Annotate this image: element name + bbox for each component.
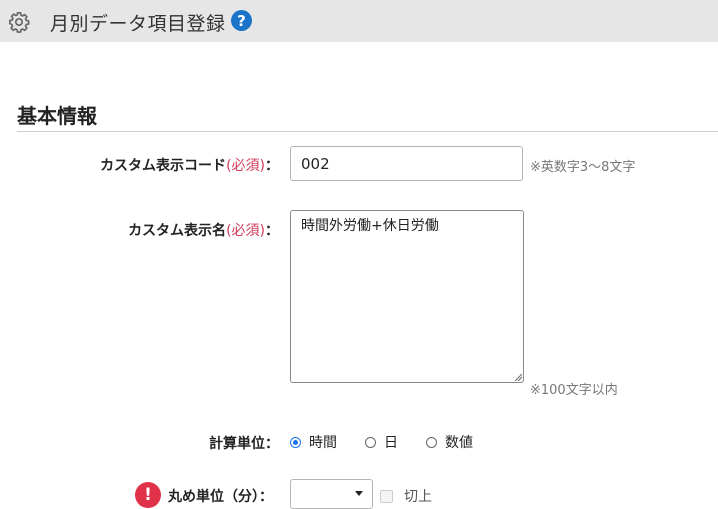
unit-label: 計算単位：	[209, 433, 279, 453]
custom-name-textarea[interactable]: 時間外労働+休日労働	[290, 210, 524, 383]
code-label-text: カスタム表示コード	[100, 158, 227, 174]
code-label: カスタム表示コード(必須)：	[100, 155, 279, 175]
resize-grip-icon[interactable]	[514, 373, 522, 381]
code-required-mark: (必須)	[226, 158, 265, 174]
round-up-label: 切上	[404, 489, 432, 505]
radio-number[interactable]: 数値	[426, 432, 473, 452]
unit-label-colon: ：	[265, 436, 279, 452]
name-required-mark: (必須)	[226, 223, 265, 239]
radio-hours[interactable]: 時間	[290, 432, 337, 452]
radio-hours-label: 時間	[309, 435, 337, 451]
radio-number-circle[interactable]	[426, 436, 437, 448]
help-icon[interactable]: ?	[231, 10, 252, 31]
custom-code-input[interactable]	[290, 146, 523, 181]
title-bar: 月別データ項目登録 ?	[0, 0, 718, 42]
name-label-colon: ：	[265, 223, 279, 239]
code-label-colon: ：	[265, 158, 279, 174]
gear-icon[interactable]	[8, 11, 30, 33]
name-hint: ※100文字以内	[530, 383, 618, 398]
chevron-down-icon[interactable]	[355, 491, 363, 496]
radio-hours-circle[interactable]	[290, 436, 301, 448]
code-hint: ※英数字3～8文字	[530, 160, 636, 175]
rounding-label: 丸め単位（分）：	[168, 489, 273, 505]
radio-days-circle[interactable]	[365, 436, 376, 448]
unit-radio-group: 時間 日 数値	[290, 432, 501, 452]
section-divider	[17, 131, 718, 132]
name-label: カスタム表示名(必須)：	[128, 220, 279, 240]
unit-label-text: 計算単位	[209, 436, 265, 452]
radio-days[interactable]: 日	[365, 432, 398, 452]
section-title: 基本情報	[17, 104, 97, 128]
radio-days-label: 日	[384, 435, 398, 451]
radio-number-label: 数値	[445, 435, 473, 451]
alert-icon: !	[135, 482, 161, 508]
page-title: 月別データ項目登録	[50, 13, 226, 35]
name-label-text: カスタム表示名	[128, 223, 227, 239]
